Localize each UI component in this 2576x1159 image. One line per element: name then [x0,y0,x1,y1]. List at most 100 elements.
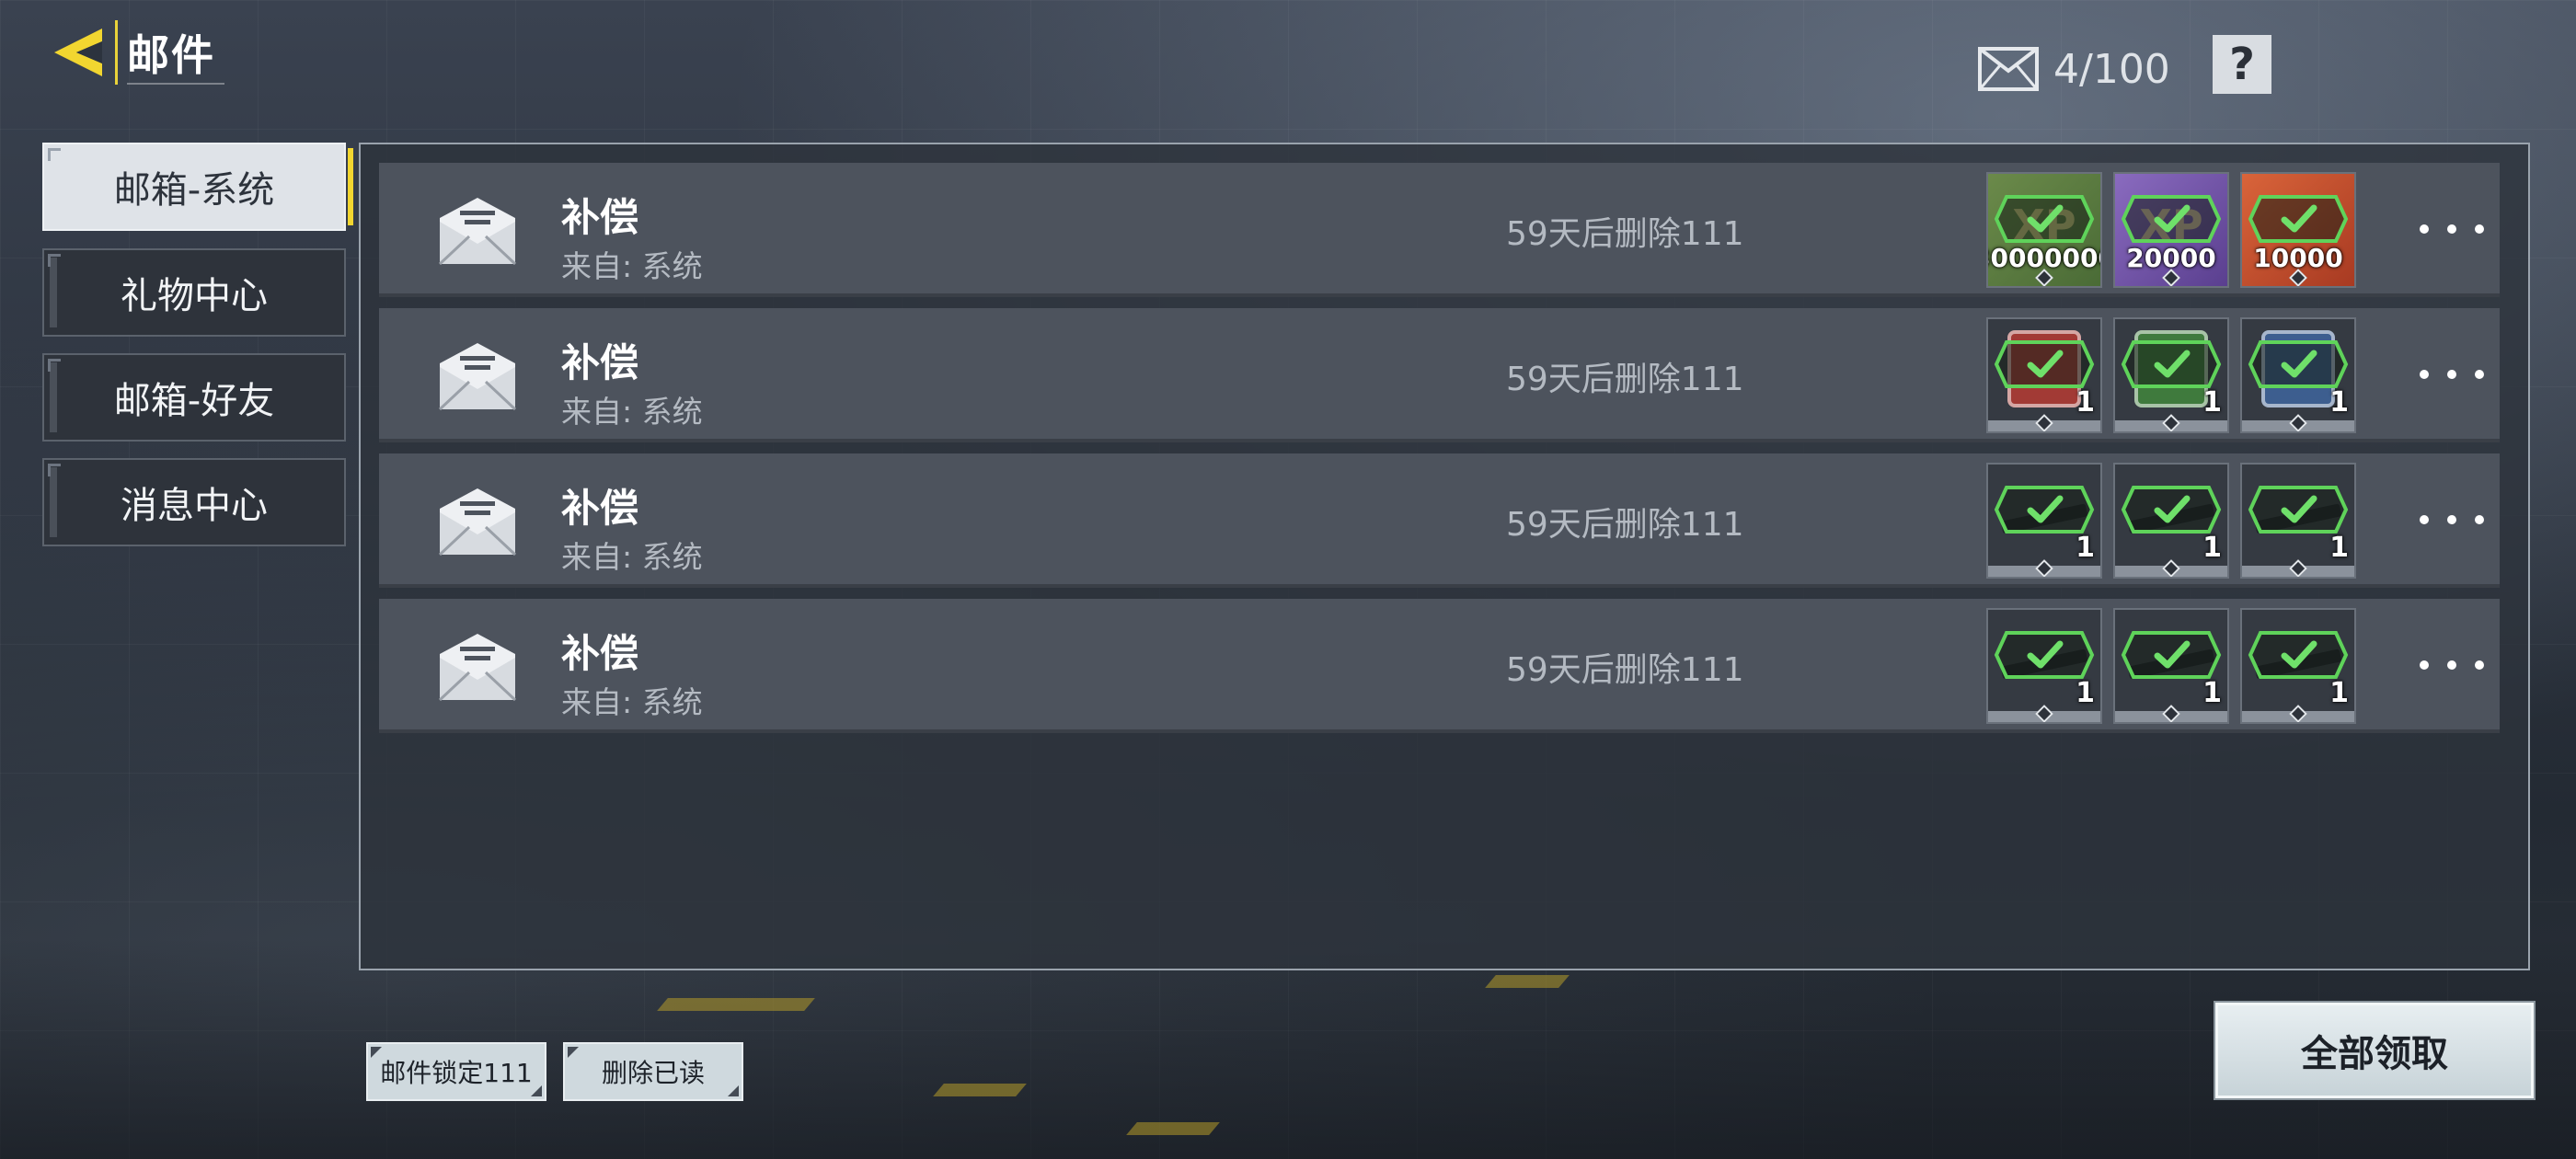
title-underline [127,83,224,85]
mail-sender: 来自: 系统 [561,539,703,575]
claimed-check-icon [2121,194,2222,244]
more-options-button[interactable] [2420,647,2484,683]
mail-row[interactable]: 补偿 来自: 系统 59天后删除111 1 1 1 [379,308,2500,442]
reward-quantity: 1 [2076,677,2095,709]
reward-item[interactable]: 1 [1986,608,2102,724]
mail-row[interactable]: 补偿来自: 系统 59天后删除111 1 1 1 [379,453,2500,588]
reward-quantity: 1 [2329,532,2349,564]
tab-corner [48,359,61,372]
mail-expiry: 59天后删除111 [1506,215,1744,253]
tab-label: 邮箱-好友 [113,380,275,422]
mail-list-panel: 补偿来自: 系统59天后删除111XP30000000XP2000010000补… [359,143,2530,970]
mail-expiry: 59天后删除111 [1506,361,1744,398]
tab-corner [48,254,61,267]
help-icon: ? [2229,39,2255,90]
claim-all-label: 全部领取 [2301,1033,2448,1075]
reward-quantity: 1 [2202,677,2222,709]
dot-icon [2447,515,2456,524]
dot-icon [2420,224,2429,234]
delete-read-label: 删除已读 [601,1058,705,1088]
mail-title: 补偿 [561,631,639,676]
reward-item[interactable]: 1 [2240,317,2356,433]
dot-icon [2475,660,2484,670]
reward-quantity: 1 [2202,532,2222,564]
claimed-check-icon [2248,194,2349,244]
floor-marking [933,1084,1027,1096]
mail-envelope-icon [438,634,517,702]
reward-quantity: 1 [2329,386,2349,419]
mail-count-text: 4/100 [2053,45,2170,93]
dot-icon [2475,515,2484,524]
tab-system-mail[interactable]: 邮箱-系统 [42,143,353,231]
mail-sender: 来自: 系统 [561,684,703,720]
page-title: 邮件 [127,30,215,80]
floor-marking [657,998,815,1011]
dot-icon [2475,224,2484,234]
reward-list: 1 1 1 [1986,317,2356,433]
reward-item[interactable]: XP30000000 [1986,172,2102,288]
mail-sender: 来自: 系统 [561,394,703,430]
claim-all-button[interactable]: 全部领取 [2214,1001,2536,1100]
floor-marking [1485,975,1570,988]
claimed-check-icon [2121,630,2222,680]
more-options-button[interactable] [2420,501,2484,538]
reward-item[interactable]: 1 [2113,317,2229,433]
dot-icon [2475,370,2484,379]
help-button[interactable]: ? [2213,35,2271,94]
mail-lock-button[interactable]: 邮件锁定111 [366,1042,546,1101]
mail-row[interactable]: 补偿来自: 系统 59天后删除111 XP30000000XP2000010000 [379,163,2500,297]
dot-icon [2447,660,2456,670]
mail-title: 补偿 [561,486,639,531]
claimed-check-icon [1994,630,2095,680]
tab-message-center[interactable]: 消息中心 [42,458,346,546]
more-options-button[interactable] [2420,356,2484,393]
tab-corner [48,464,61,476]
mail-count: 4/100 [1978,37,2170,101]
claimed-check-icon [1994,194,2095,244]
reward-item[interactable]: 1 [2240,608,2356,724]
reward-item[interactable]: 1 [1986,463,2102,579]
dot-icon [2420,660,2429,670]
envelope-icon [1978,47,2039,91]
reward-item[interactable]: 10000 [2240,172,2356,288]
reward-item[interactable]: 1 [2113,463,2229,579]
mail-envelope-icon [438,488,517,557]
reward-item[interactable]: 1 [2240,463,2356,579]
tab-friend-mail[interactable]: 邮箱-好友 [42,353,346,442]
mail-expiry: 59天后删除111 [1506,506,1744,544]
claimed-check-icon [2248,630,2349,680]
reward-list: XP30000000XP2000010000 [1986,172,2356,288]
tab-label: 礼物中心 [121,275,268,317]
reward-item[interactable]: XP20000 [2113,172,2229,288]
mail-title: 补偿 [561,195,639,240]
claimed-check-icon [1994,485,2095,534]
reward-quantity: 1 [2076,532,2095,564]
mail-lock-label: 邮件锁定111 [380,1058,533,1088]
floor-marking [1126,1122,1220,1135]
claimed-check-icon [1994,339,2095,389]
tab-gift-center[interactable]: 礼物中心 [42,248,346,337]
reward-quantity: 1 [2202,386,2222,419]
claimed-check-icon [2248,339,2349,389]
reward-list: 1 1 1 [1986,463,2356,579]
tab-corner [48,148,61,161]
delete-read-button[interactable]: 删除已读 [563,1042,743,1101]
more-options-button[interactable] [2420,211,2484,247]
dot-icon [2420,370,2429,379]
page-title-wrap: 邮件 [115,20,224,85]
back-arrow-icon [54,29,102,76]
tab-label: 邮箱-系统 [113,169,275,212]
reward-quantity: 1 [2329,677,2349,709]
back-button[interactable] [46,20,110,85]
mail-row[interactable]: 补偿来自: 系统 59天后删除111 1 1 1 [379,599,2500,733]
mail-expiry: 59天后删除111 [1506,651,1744,689]
mail-envelope-icon [438,343,517,411]
reward-item[interactable]: 1 [1986,317,2102,433]
dot-icon [2420,515,2429,524]
claimed-check-icon [2248,485,2349,534]
claimed-check-icon [2121,339,2222,389]
mail-sender: 来自: 系统 [561,248,703,284]
reward-list: 1 1 1 [1986,608,2356,724]
reward-item[interactable]: 1 [2113,608,2229,724]
claimed-check-icon [2121,485,2222,534]
